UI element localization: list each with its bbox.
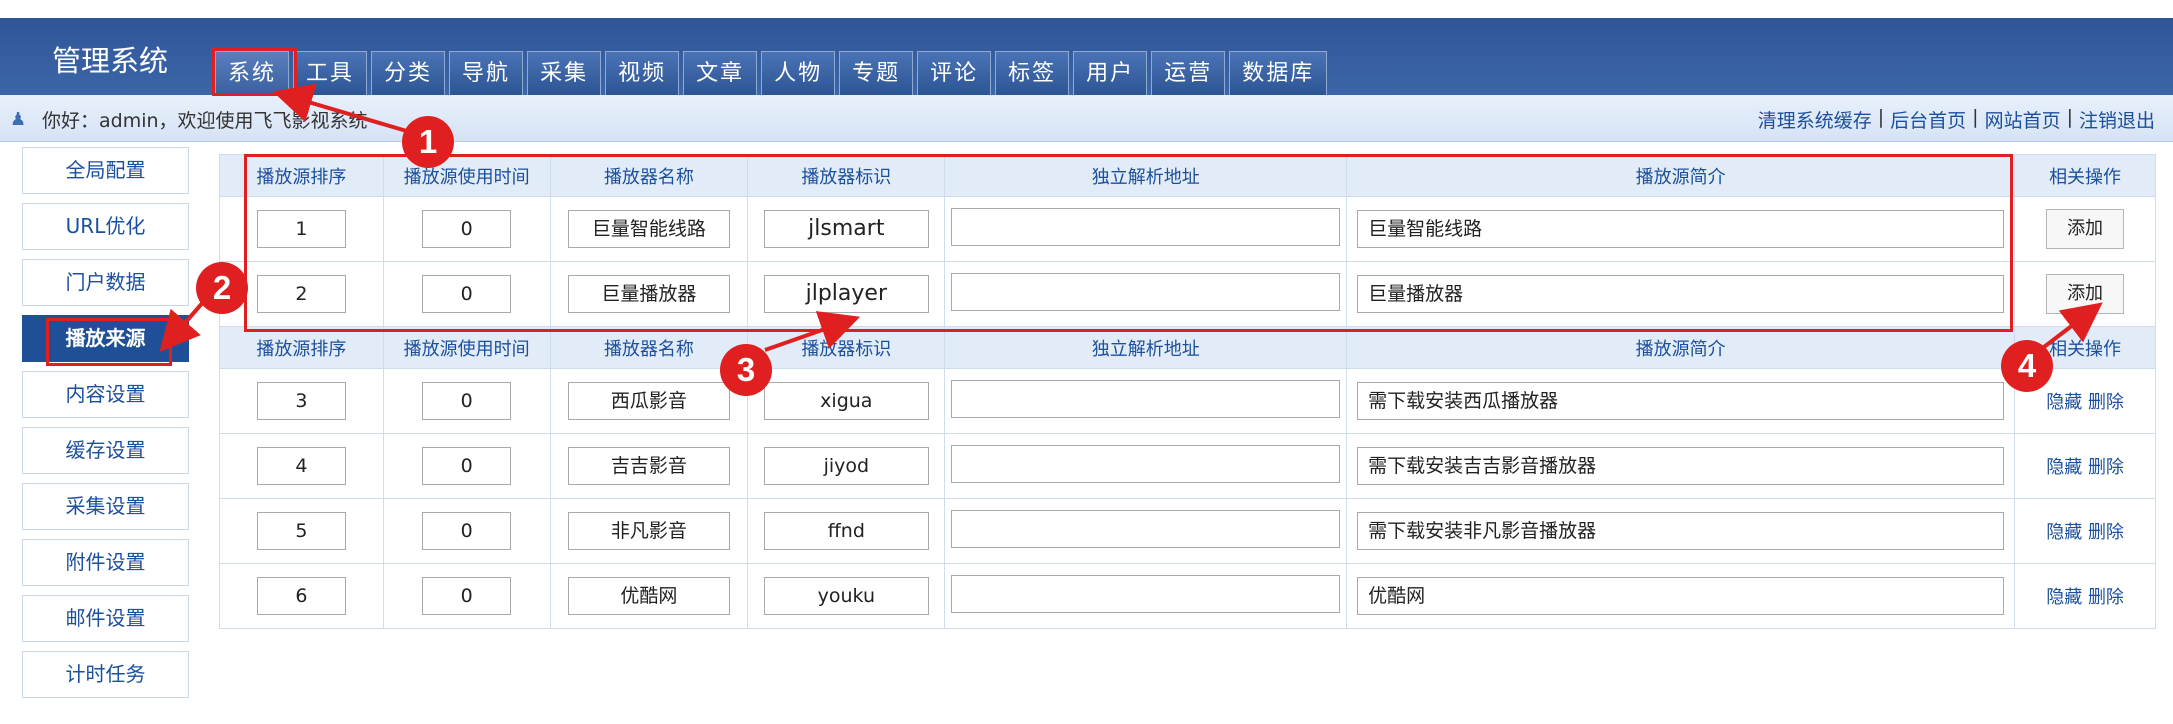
annotation-arrows (159, 83, 2103, 353)
arrow-3 (764, 311, 861, 352)
arrow-1 (272, 83, 411, 134)
arrow-4 (2038, 302, 2103, 352)
arrow-2 (159, 298, 207, 353)
step-badge-4: 4 (2001, 340, 2053, 392)
step-badge-2: 2 (196, 262, 248, 314)
step-badge-3: 3 (720, 344, 772, 396)
step-badge-1: 1 (402, 116, 454, 168)
